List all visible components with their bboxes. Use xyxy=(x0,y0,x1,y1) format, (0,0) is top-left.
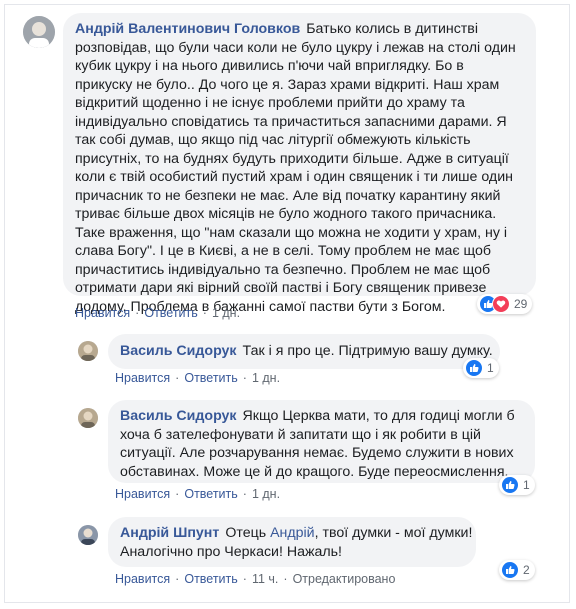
comment-text-line: Таке враження, що "нам сказали що можна … xyxy=(75,224,508,241)
reaction-count: 2 xyxy=(523,563,530,577)
comment-actions: Нравится · Ответить · 1 дн. xyxy=(115,371,280,385)
like-button[interactable]: Нравится xyxy=(115,572,170,586)
comment-text-line: присутніх, то на буднях будуть приходити… xyxy=(75,150,509,167)
comment-actions: Нравится · Ответить · 1 дн. xyxy=(115,487,280,501)
person-icon xyxy=(78,525,98,545)
comment-text: Отець xyxy=(225,525,271,541)
timestamp[interactable]: 1 дн. xyxy=(252,371,280,385)
timestamp[interactable]: 11 ч. xyxy=(252,572,278,586)
reactions-badge[interactable]: 2 xyxy=(499,560,535,580)
reply-button[interactable]: Ответить xyxy=(184,572,237,586)
reply-button[interactable]: Ответить xyxy=(144,306,197,320)
separator-dot: · xyxy=(242,572,247,586)
like-button[interactable]: Нравится xyxy=(115,371,170,385)
reply-button[interactable]: Ответить xyxy=(184,487,237,501)
reply-button[interactable]: Ответить xyxy=(184,371,237,385)
comment-text-line: триває більше двох місяців не було жодно… xyxy=(75,206,497,222)
separator-dot: · xyxy=(175,572,180,586)
reactions-badge[interactable]: 29 xyxy=(477,294,533,314)
comment-text: , твої думки - мої думки! xyxy=(314,525,473,541)
reactions-badge[interactable]: 1 xyxy=(463,358,499,378)
comment-text-line: Якщо Церква мати, то для годиці могли б xyxy=(242,408,515,424)
comment-text-line: коли є твій особистий пустий храм і один… xyxy=(75,169,513,185)
comment-text-line: обставинах. Може це й до кращого. Буде п… xyxy=(120,463,509,480)
comment-bubble: Василь Сидорук Якщо Церква мати, то для г… xyxy=(108,400,535,483)
like-icon xyxy=(501,561,519,579)
comment-bubble: Василь Сидорук Так і я про це. Підтримую … xyxy=(108,334,500,369)
comment-text-line: отримати дари які вірний своїй пастві і … xyxy=(75,280,487,296)
avatar[interactable] xyxy=(23,16,55,48)
like-button[interactable]: Нравится xyxy=(115,487,170,501)
avatar[interactable] xyxy=(78,341,98,361)
reaction-count: 29 xyxy=(514,297,528,311)
comment-text-line: слава Богу". І це в Києві, а не в селі. … xyxy=(75,243,492,259)
separator-dot: · xyxy=(283,572,288,586)
like-icon xyxy=(465,359,483,377)
person-icon xyxy=(78,341,98,361)
comment-text-line: ситуації. Але розчарування немає. Будемо… xyxy=(120,445,514,461)
edited-label: Отредактировано xyxy=(292,572,396,586)
reactions-badge[interactable]: 1 xyxy=(499,475,535,495)
comment-text-line: кубик цукру і на нього дивились п'ючи ча… xyxy=(75,58,464,74)
comment-author[interactable]: Василь Сидорук xyxy=(120,408,237,424)
separator-dot: · xyxy=(202,306,207,320)
comment-text-line: Так і я про це. Підтримую вашу думку. xyxy=(242,343,493,359)
separator-dot: · xyxy=(175,487,180,501)
separator-dot: · xyxy=(135,306,140,320)
comment-text-line: прикуску не було.. До чого це я. Зараз х… xyxy=(75,76,500,93)
comment-text-line: причасник то не безпеки не має. Але від … xyxy=(75,187,501,204)
comment-text-line: причаститись індивідуально та безпечно. … xyxy=(75,261,491,278)
comment-text-line: індивідуально сповідатись та причаститьс… xyxy=(75,113,507,130)
comment-text-line: так собі думав, що якщо під час літургії… xyxy=(75,132,471,148)
comment-bubble: Андрій Шпунт Отець Андрій, твої думки - м… xyxy=(108,517,476,567)
reaction-count: 1 xyxy=(523,478,530,492)
reaction-count: 1 xyxy=(487,361,494,375)
comment-actions: Нравится · Ответить · 11 ч. · Отредактировано xyxy=(115,572,395,586)
love-icon xyxy=(492,295,510,313)
comment-author[interactable]: Андрій Валентинович Головков xyxy=(75,21,300,37)
mention-link[interactable]: Андрій xyxy=(270,525,315,541)
like-icon xyxy=(501,476,519,494)
separator-dot: · xyxy=(242,487,247,501)
like-button[interactable]: Нравится xyxy=(75,306,130,320)
separator-dot: · xyxy=(175,371,180,385)
comment-bubble: Андрій Валентинович Головков Батько колис… xyxy=(63,13,536,315)
comment-text-line: Батько колись в дитинстві xyxy=(306,21,478,37)
avatar[interactable] xyxy=(78,525,98,545)
comment-text-line: Аналогічно про Черкаси! Нажаль! xyxy=(120,543,342,560)
avatar[interactable] xyxy=(78,408,98,428)
comment-actions: Нравится · Ответить · 1 дн. xyxy=(75,306,240,320)
comment-text-line: хоча б зателефонувати й запитати що і як… xyxy=(120,426,481,443)
person-icon xyxy=(23,16,55,48)
comment-author[interactable]: Василь Сидорук xyxy=(120,343,237,359)
comment-text-line: відкритий щоденно і не існує проблеми пр… xyxy=(75,95,465,111)
comment-author[interactable]: Андрій Шпунт xyxy=(120,525,219,541)
comment-text-line: розповідав, що були часи коли не було цу… xyxy=(75,39,516,56)
person-icon xyxy=(78,408,98,428)
timestamp[interactable]: 1 дн. xyxy=(252,487,280,501)
timestamp[interactable]: 1 дн. xyxy=(212,306,240,320)
separator-dot: · xyxy=(242,371,247,385)
